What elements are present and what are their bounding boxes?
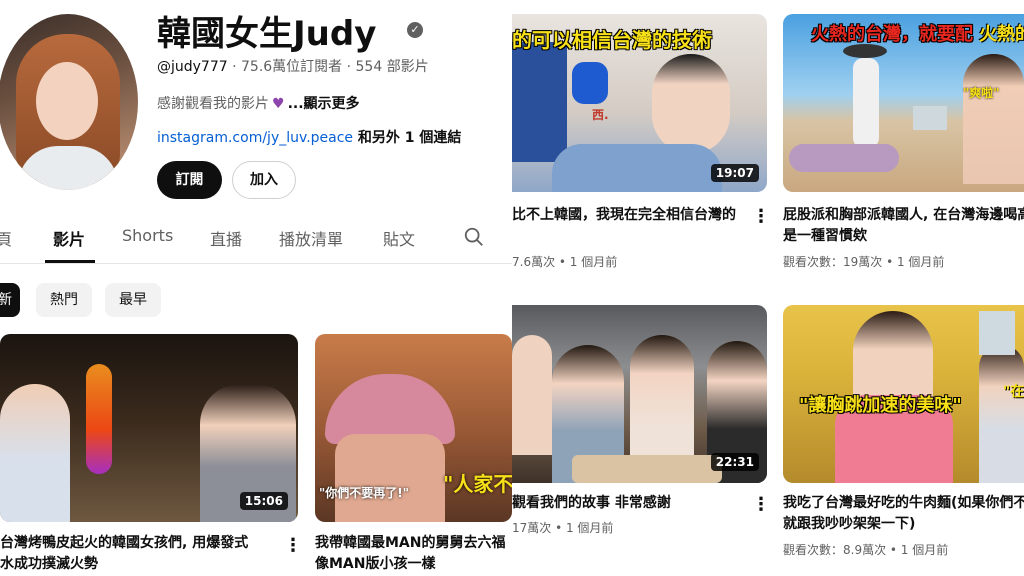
verified-check-icon: ✓ [407, 22, 423, 38]
video-meta: 觀看次數：19萬次 • 1 個月前 [783, 255, 945, 269]
video-thumbnail[interactable]: "讓胸跳加速的美味" "在 [783, 305, 1024, 483]
chip-popular[interactable]: 熱門 [36, 283, 92, 317]
channel-name: 韓國女生Judy [157, 14, 377, 54]
thumbnail-caption: 的可以相信台灣的技術 [512, 28, 712, 52]
description-text: 感謝觀看我的影片 [157, 96, 269, 112]
thumbnail-bubble: "爽啦" [963, 86, 1000, 100]
purple-heart-icon: ♥ [272, 96, 285, 112]
video-title[interactable]: 比不上韓國，我現在完全相信台灣的 [512, 205, 744, 226]
more-links-link[interactable]: 和另外 1 個連結 [353, 130, 462, 146]
video-duration: 15:06 [239, 492, 288, 510]
video-title[interactable]: 觀看我們的故事 非常感謝 [512, 493, 744, 514]
tab-shorts[interactable]: Shorts [122, 226, 173, 245]
subscribe-button[interactable]: 訂閱 [157, 161, 222, 199]
thumbnail-caption: "人家不 [443, 472, 512, 496]
channel-links: instagram.com/jy_luv.peace 和另外 1 個連結 [157, 127, 461, 147]
video-duration: 22:31 [710, 453, 759, 471]
video-meta: 觀看次數：8.9萬次 • 1 個月前 [783, 543, 949, 557]
chip-latest[interactable]: 新 [0, 283, 20, 317]
thumbnail-caption: 火熱的台灣，就要配 [811, 24, 973, 45]
video-title[interactable]: 屁股派和胸部派韓國人, 在台灣海邊喝高 是一種習慣欸 [783, 205, 1024, 247]
channel-description[interactable]: 感謝觀看我的影片 ♥ ...顯示更多 [157, 93, 360, 113]
tab-videos[interactable]: 影片 [53, 226, 85, 250]
video-title[interactable]: 我吃了台灣最好吃的牛肉麵(如果你們不 就跟我吵吵架架一下) [783, 493, 1024, 535]
video-meta: 17萬次 • 1 個月前 [512, 521, 614, 535]
channel-avatar[interactable] [0, 14, 138, 190]
video-title[interactable]: 我帶韓國最MAN的舅舅去六福 像MAN版小孩一樣 [315, 533, 512, 575]
more-actions-icon[interactable]: ⋮ [284, 535, 302, 556]
tab-home[interactable]: 頁 [0, 226, 12, 250]
tab-posts[interactable]: 貼文 [383, 226, 415, 250]
thumbnail-sign: 西. [592, 108, 609, 122]
tabs-divider [0, 263, 512, 264]
video-thumbnail[interactable]: 火熱的台灣，就要配 火熱的 "爽啦" [783, 14, 1024, 192]
channel-stats: · 75.6萬位訂閱者 · 554 部影片 [227, 59, 429, 75]
video-thumbnail[interactable]: 15:06 [0, 334, 298, 522]
search-icon[interactable] [463, 226, 485, 248]
thumbnail-caption: "讓胸跳加速的美味" [799, 395, 962, 416]
thumbnail-caption: "在 [1003, 384, 1024, 400]
video-thumbnail[interactable]: 22:31 [512, 305, 767, 483]
video-duration: 19:07 [710, 164, 759, 182]
tab-playlists[interactable]: 播放清單 [279, 226, 343, 250]
video-grid-screenshot: 的可以相信台灣的技術 西. 19:07 比不上韓國，我現在完全相信台灣的 ⋮ 7… [512, 0, 1024, 576]
more-actions-icon[interactable]: ⋮ [752, 206, 770, 227]
thumbnail-caption: 火熱的 [979, 24, 1024, 45]
channel-handle: @judy777 [157, 59, 228, 75]
join-button[interactable]: 加入 [232, 161, 296, 199]
channel-page-screenshot: 韓國女生Judy ✓ @judy777 · 75.6萬位訂閱者 · 554 部影… [0, 0, 512, 576]
video-meta: 7.6萬次 • 1 個月前 [512, 255, 618, 269]
video-thumbnail[interactable]: 的可以相信台灣的技術 西. 19:07 [512, 14, 767, 192]
thumbnail-caption: "你們不要再了!" [319, 486, 409, 500]
chip-oldest[interactable]: 最早 [105, 283, 161, 317]
more-actions-icon[interactable]: ⋮ [752, 494, 770, 515]
tab-live[interactable]: 直播 [210, 226, 242, 250]
instagram-link[interactable]: instagram.com/jy_luv.peace [157, 130, 353, 146]
video-thumbnail[interactable]: "你們不要再了!" "人家不 [315, 334, 512, 522]
channel-meta: @judy777 · 75.6萬位訂閱者 · 554 部影片 [157, 56, 429, 76]
show-more-link[interactable]: ...顯示更多 [288, 96, 360, 112]
video-title[interactable]: 台灣烤鴨皮起火的韓國女孩們, 用爆發式 水成功撲滅火勢 [0, 533, 278, 575]
